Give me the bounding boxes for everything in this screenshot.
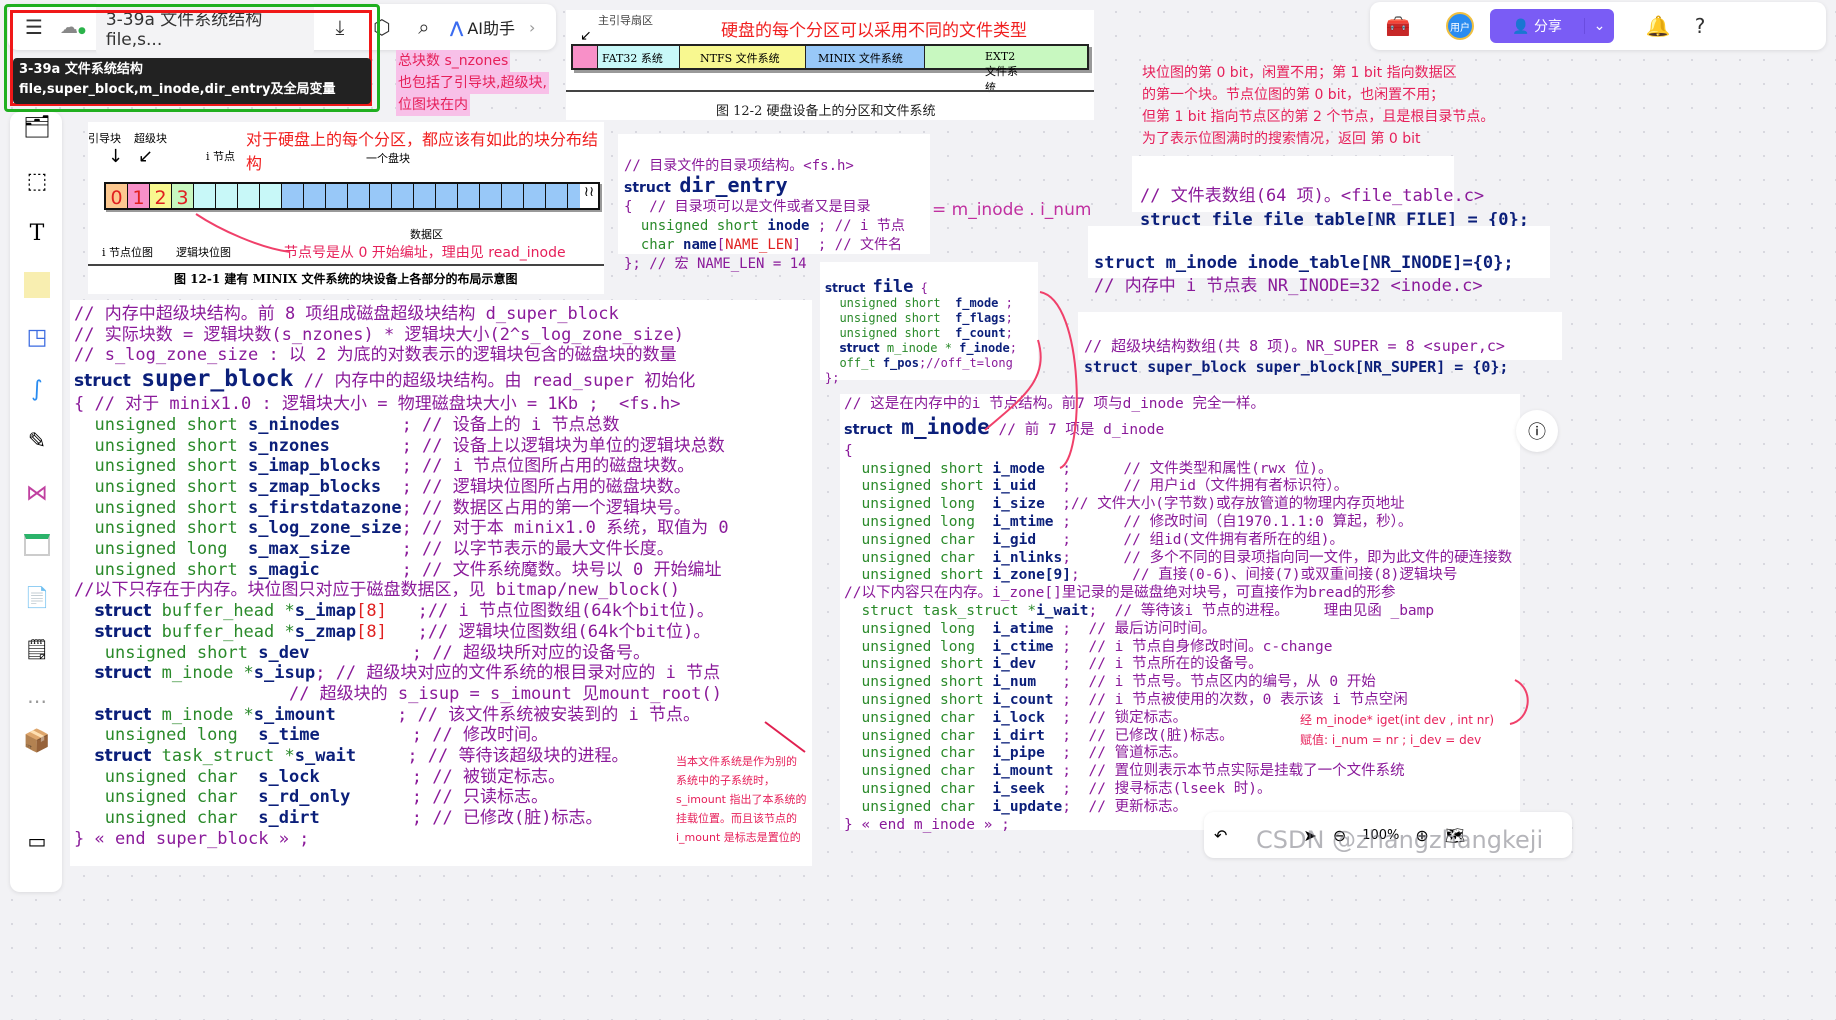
arrow-m-inode-to-f-inode bbox=[984, 339, 1042, 431]
watermark: CSDN @zhangzhangkeji bbox=[1256, 826, 1544, 854]
undo-icon[interactable]: ↶ bbox=[1214, 826, 1227, 845]
annotation-arrows bbox=[195, 213, 1529, 753]
arrow-s-imount bbox=[764, 721, 806, 753]
arrow-inode-note bbox=[195, 213, 291, 253]
info-button[interactable]: ⓘ bbox=[1516, 410, 1558, 452]
iget-bracket bbox=[1509, 679, 1529, 725]
arrow-i-mode-to-f-mode bbox=[1039, 291, 1078, 469]
